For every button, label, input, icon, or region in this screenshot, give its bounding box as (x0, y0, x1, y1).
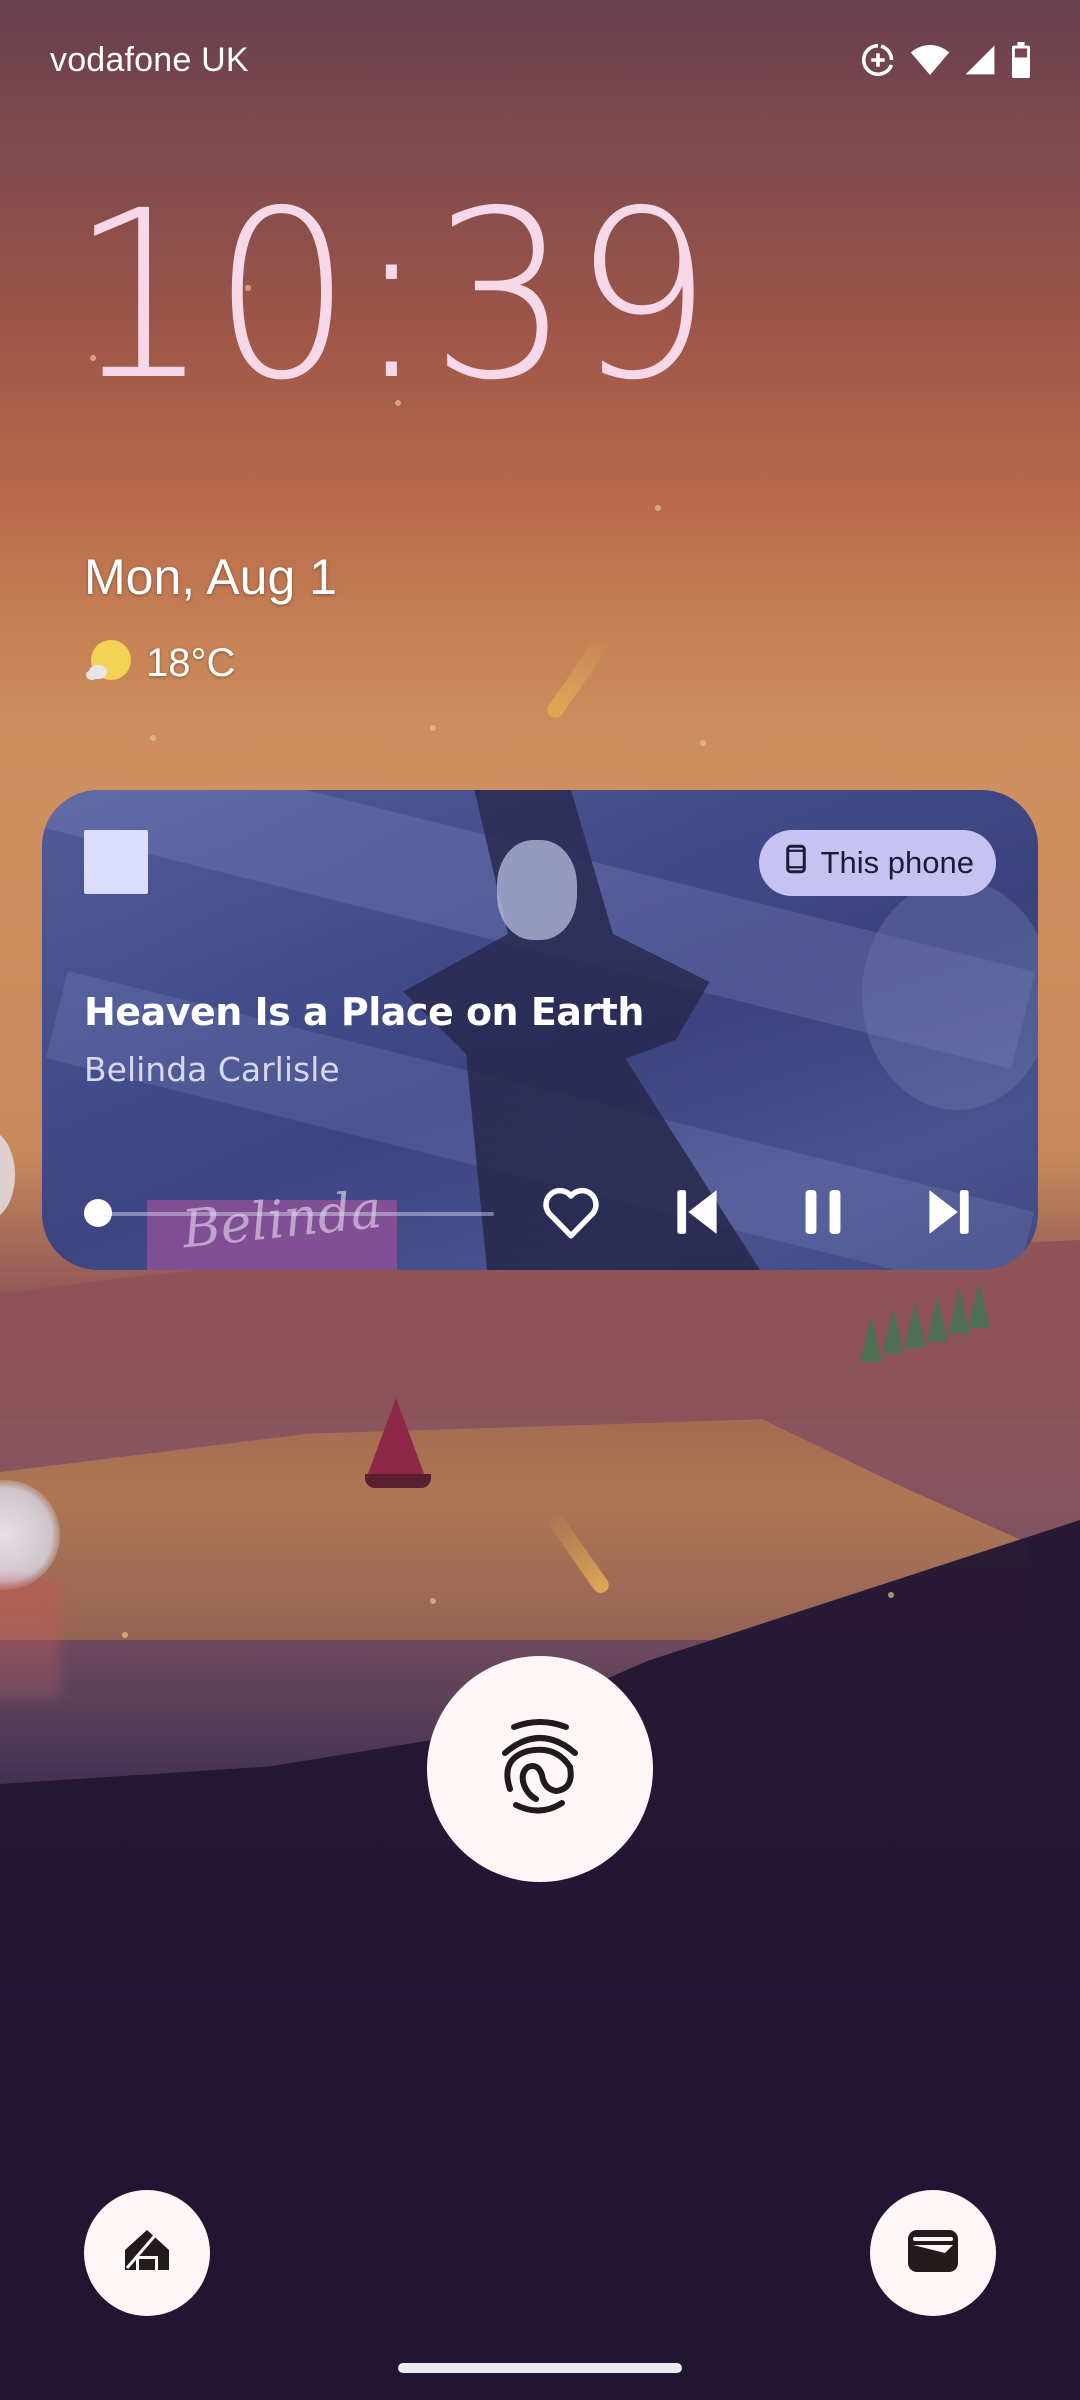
fingerprint-unlock-button[interactable] (427, 1656, 653, 1882)
wallpaper-moon-top (0, 1130, 15, 1220)
pause-icon (803, 1188, 843, 1241)
carrier-name: vodafone UK (50, 40, 249, 79)
lockscreen-date[interactable]: Mon, Aug 1 (84, 548, 337, 606)
wallpaper-moon-reflection (0, 1580, 60, 1700)
favorite-icon (541, 1184, 601, 1245)
seek-track (94, 1212, 494, 1216)
skip-next-icon (927, 1188, 971, 1241)
skip-previous-icon (675, 1188, 719, 1241)
weather-temperature: 18°C (146, 641, 236, 685)
wallpaper-moon (0, 1480, 60, 1590)
weather-widget[interactable]: 18°C (86, 638, 235, 689)
status-bar: vodafone UK (0, 0, 1080, 120)
wallet-icon (907, 2229, 959, 2278)
skip-previous-button[interactable] (634, 1168, 760, 1260)
data-saver-icon (860, 42, 896, 78)
wallpaper-meteor-reflection (544, 1509, 612, 1596)
pause-button[interactable] (760, 1168, 886, 1260)
skip-next-button[interactable] (886, 1168, 1012, 1260)
partly-sunny-icon (86, 638, 132, 689)
wallet-shortcut[interactable] (870, 2190, 996, 2316)
track-artist: Belinda Carlisle (84, 1050, 340, 1089)
fingerprint-icon (502, 1717, 578, 1822)
favorite-button[interactable] (508, 1168, 634, 1260)
home-controls-shortcut[interactable] (84, 2190, 210, 2316)
album-art-face (497, 840, 577, 940)
navigation-handle[interactable] (398, 2363, 682, 2373)
seek-bar[interactable] (84, 1199, 494, 1227)
phone-icon (785, 844, 807, 882)
wallpaper-boat-hull (365, 1474, 431, 1488)
wallpaper-sailboat (365, 1398, 427, 1481)
home-controls-icon (122, 2228, 172, 2279)
wallpaper-trees (860, 1282, 995, 1362)
wifi-icon (910, 43, 950, 77)
lockscreen-clock: 10:39 (70, 161, 715, 431)
output-device-chip[interactable]: This phone (758, 830, 996, 896)
media-player-card[interactable]: Belinda This phone Heaven Is a Place on … (42, 790, 1038, 1270)
cell-signal-icon (964, 44, 996, 76)
media-app-icon (84, 830, 148, 894)
wallpaper-meteor (544, 634, 612, 721)
output-device-label: This phone (820, 845, 974, 880)
media-controls (508, 1168, 1012, 1260)
battery-icon (1010, 42, 1032, 78)
track-title: Heaven Is a Place on Earth (84, 990, 644, 1034)
seek-thumb[interactable] (84, 1199, 112, 1227)
wallpaper-lake (0, 1419, 1030, 1640)
status-icons (860, 42, 1032, 78)
album-art-globe (862, 880, 1038, 1110)
